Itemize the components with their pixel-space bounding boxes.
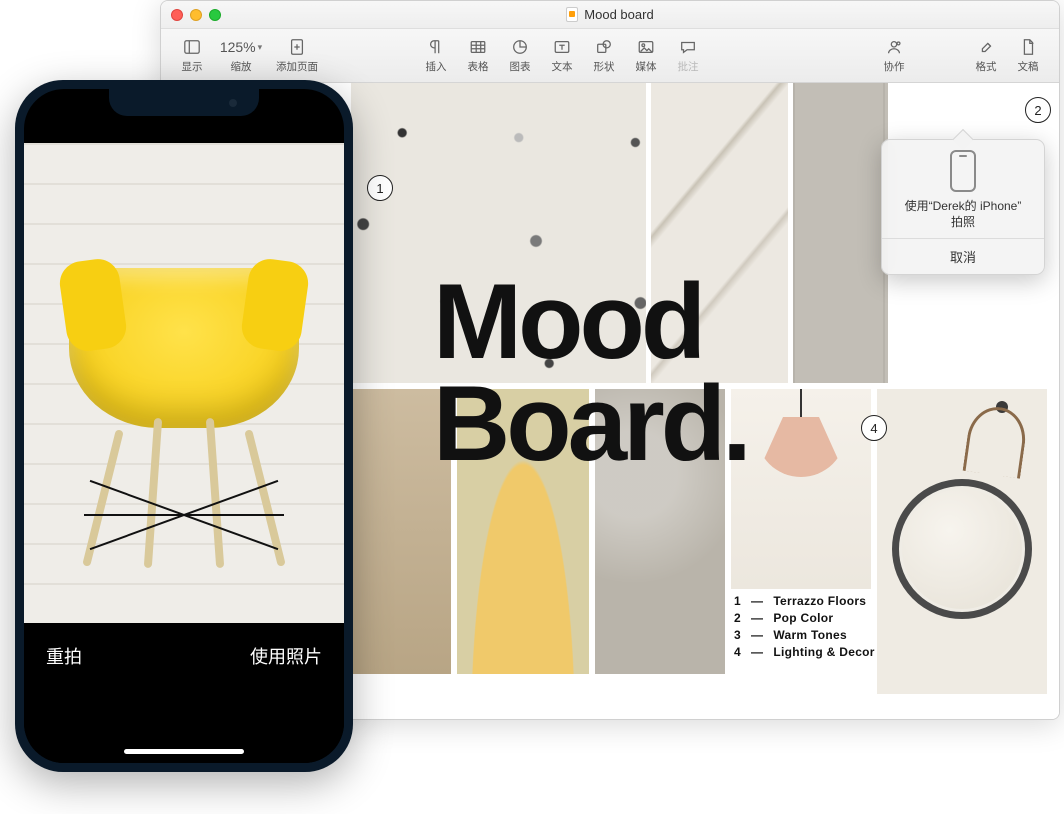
shape-icon — [593, 37, 615, 57]
sidebar-icon — [181, 37, 203, 57]
toolbar-insert-label: 插入 — [426, 59, 447, 74]
camera-preview — [24, 143, 344, 623]
callout-2: 2 — [1025, 97, 1051, 123]
callout-1: 1 — [367, 175, 393, 201]
toolbar-table-label: 表格 — [468, 59, 489, 74]
toolbar-chart-label: 图表 — [510, 59, 531, 74]
callout-4: 4 — [861, 415, 887, 441]
toolbar-zoom-label: 缩放 — [231, 59, 252, 74]
chart-icon — [509, 37, 531, 57]
legend-label: Lighting & Decor — [773, 645, 874, 659]
use-photo-button[interactable]: 使用照片 — [250, 643, 322, 669]
chevron-down-icon: ▾ — [258, 42, 263, 53]
iphone-outline-icon — [950, 150, 976, 192]
legend-label: Terrazzo Floors — [773, 594, 866, 608]
image-concrete[interactable] — [793, 83, 888, 383]
zoom-value: 125% — [220, 39, 256, 55]
camera-bottom-bar: 重拍 使用照片 — [24, 623, 344, 763]
iphone-screen: 重拍 使用照片 — [24, 89, 344, 763]
window-controls — [171, 9, 221, 21]
minimize-window-button[interactable] — [190, 9, 202, 21]
toolbar-document[interactable]: 文稿 — [1007, 37, 1049, 74]
toolbar-collaborate[interactable]: 协作 — [873, 37, 915, 74]
close-window-button[interactable] — [171, 9, 183, 21]
headline-text[interactable]: Mood Board. — [433, 271, 748, 474]
toolbar-insert[interactable]: 插入 — [415, 37, 457, 74]
popover-cancel-button[interactable]: 取消 — [882, 238, 1044, 274]
yellow-chair — [59, 268, 309, 568]
toolbar-comment-label: 批注 — [678, 59, 699, 74]
collaborate-icon — [883, 37, 905, 57]
toolbar-view-label: 显示 — [182, 59, 203, 74]
home-indicator[interactable] — [124, 749, 244, 754]
toolbar-comment[interactable]: 批注 — [667, 37, 709, 74]
toolbar-format[interactable]: 格式 — [965, 37, 1007, 74]
toolbar-view[interactable]: 显示 — [171, 37, 213, 74]
legend-label: Warm Tones — [773, 628, 847, 642]
toolbar-add-page[interactable]: 添加页面 — [269, 37, 325, 74]
comment-icon — [677, 37, 699, 57]
legend-row: 3— Warm Tones — [731, 628, 901, 642]
legend: 1— Terrazzo Floors 2— Pop Color 3— Warm … — [731, 594, 901, 662]
toolbar: 显示 125% ▾ 缩放 添加页面 插入 表格 — [161, 29, 1059, 83]
toolbar-media-label: 媒体 — [636, 59, 657, 74]
toolbar-text[interactable]: 文本 — [541, 37, 583, 74]
continuity-camera-popover: 使用“Derek的 iPhone” 拍照 取消 — [881, 139, 1045, 275]
popover-text-line1: 使用“Derek的 iPhone” — [892, 198, 1034, 214]
popover-text-line2: 拍照 — [892, 214, 1034, 230]
document-page-icon — [1017, 37, 1039, 57]
iphone-notch — [109, 89, 259, 116]
textbox-icon — [551, 37, 573, 57]
popover-body: 使用“Derek的 iPhone” 拍照 — [882, 140, 1044, 238]
media-icon — [635, 37, 657, 57]
document-title-text: Mood board — [584, 7, 653, 22]
paragraph-icon — [425, 37, 447, 57]
fullscreen-window-button[interactable] — [209, 9, 221, 21]
toolbar-add-page-label: 添加页面 — [276, 59, 318, 74]
legend-row: 1— Terrazzo Floors — [731, 594, 901, 608]
legend-row: 2— Pop Color — [731, 611, 901, 625]
format-brush-icon — [975, 37, 997, 57]
retake-button[interactable]: 重拍 — [46, 643, 82, 669]
toolbar-shape-label: 形状 — [594, 59, 615, 74]
iphone-device: 重拍 使用照片 — [15, 80, 353, 772]
toolbar-document-label: 文稿 — [1018, 59, 1039, 74]
titlebar: Mood board — [161, 1, 1059, 29]
document-icon — [566, 7, 578, 22]
legend-label: Pop Color — [773, 611, 833, 625]
headline-line2: Board. — [433, 363, 748, 483]
toolbar-text-label: 文本 — [552, 59, 573, 74]
image-mirror[interactable] — [877, 389, 1047, 694]
plus-page-icon — [286, 37, 308, 57]
legend-row: 4— Lighting & Decor — [731, 645, 901, 659]
toolbar-zoom[interactable]: 125% ▾ 缩放 — [213, 37, 269, 74]
image-lamp[interactable] — [731, 389, 871, 589]
document-title: Mood board — [566, 7, 653, 22]
toolbar-media[interactable]: 媒体 — [625, 37, 667, 74]
toolbar-shape[interactable]: 形状 — [583, 37, 625, 74]
toolbar-chart[interactable]: 图表 — [499, 37, 541, 74]
toolbar-collaborate-label: 协作 — [884, 59, 905, 74]
table-icon — [467, 37, 489, 57]
toolbar-table[interactable]: 表格 — [457, 37, 499, 74]
toolbar-format-label: 格式 — [976, 59, 997, 74]
